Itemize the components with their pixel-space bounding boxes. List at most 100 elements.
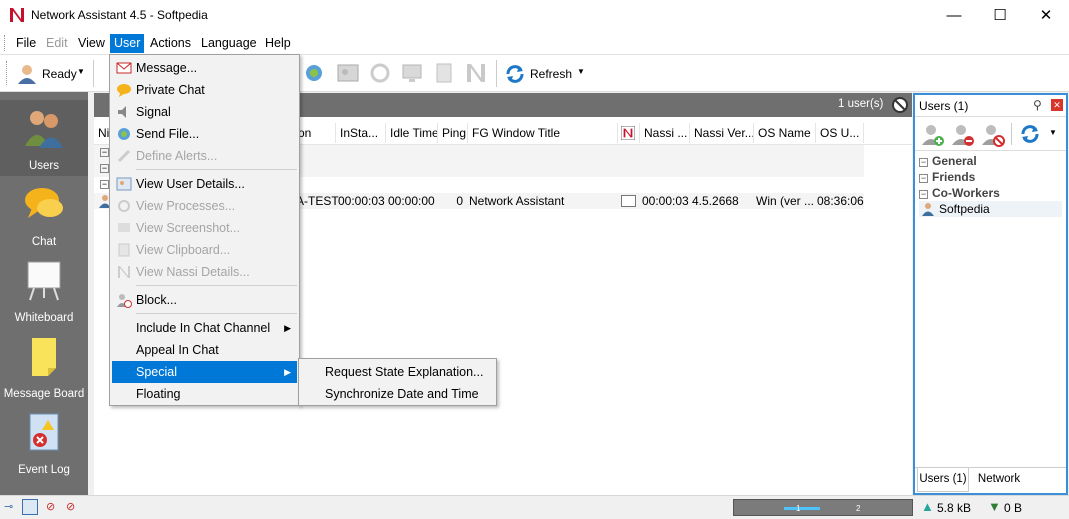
menu-user[interactable]: User [110,34,145,53]
menu-item-label: Appeal In Chat [136,343,219,357]
user-list-item[interactable]: Softpedia [919,201,1062,217]
connect-icon[interactable]: ⊸ [4,500,13,513]
col-header-os-name[interactable]: OS Name [754,123,816,143]
screenshot-icon [118,223,130,232]
cell-nassi-version: 4.5.2668 [692,194,739,208]
block-user-icon[interactable] [981,123,1005,147]
menu-item-define-alerts[interactable]: Define Alerts... [112,145,297,167]
menu-item-view-processes[interactable]: View Processes... [112,195,297,217]
shield-icon[interactable] [22,499,38,515]
menu-item-include-in-chat-channel[interactable]: Include In Chat Channel ▶ [112,317,297,339]
menu-edit[interactable]: Edit [42,34,72,53]
refresh-icon [506,65,524,83]
maximize-button[interactable]: ☐ [977,0,1023,31]
menu-item-send-file[interactable]: Send File... [112,123,297,145]
user-details-icon[interactable] [336,61,360,85]
menu-item-appeal-in-chat[interactable]: Appeal In Chat [112,339,297,361]
pin-icon[interactable]: ⚲ [1033,98,1042,112]
meter-bar [784,507,820,510]
menu-item-view-screenshot[interactable]: View Screenshot... [112,217,297,239]
mute-icon[interactable]: ⊘ [46,500,55,513]
screenshot-icon[interactable] [400,61,424,85]
chevron-down-icon[interactable]: ▼ [1049,128,1057,137]
status-bar: ⊸ ⊘ ⊘ 1 2 ▲ 5.8 kB ▼ 0 B [0,495,1069,519]
menu-help[interactable]: Help [261,34,295,53]
col-header-on[interactable]: on [294,123,336,143]
menu-item-label: Send File... [136,127,200,141]
collapse-icon[interactable]: − [919,174,928,183]
user-name: Softpedia [939,202,990,216]
nav-whiteboard-label: Whiteboard [14,312,74,324]
refresh-button[interactable]: Refresh ▼ [504,61,590,87]
menu-item-view-user-details[interactable]: View User Details... [112,173,297,195]
menu-item-floating[interactable]: Floating [112,383,297,405]
menu-item-synchronize-date-time[interactable]: Synchronize Date and Time [301,383,494,405]
status-dropdown[interactable]: Ready ▼ [14,61,90,87]
menu-language[interactable]: Language [197,34,261,53]
menu-actions[interactable]: Actions [146,34,195,53]
col-header-nassi-icon[interactable] [618,123,640,143]
collapse-icon[interactable]: − [100,148,109,157]
panel-header: Users (1) ⚲ ✕ [915,95,1066,117]
collapse-icon[interactable]: − [919,190,928,199]
network-icon[interactable] [302,61,326,85]
nav-message-board[interactable]: Message Board [0,328,88,404]
menu-item-signal[interactable]: Signal [112,101,297,123]
menu-item-special[interactable]: Special ▶ [112,361,297,383]
menu-item-message[interactable]: Message... [112,57,297,79]
user-icon [922,203,934,216]
menu-item-label: View Screenshot... [136,221,240,235]
col-header-nassi[interactable]: Nassi ... [640,123,690,143]
menu-file[interactable]: File [12,34,40,53]
close-button[interactable]: ✕ [1023,0,1069,31]
chat-icon [25,188,63,218]
network-meter: 1 2 [733,499,913,516]
alert-icon [117,149,131,163]
menu-item-private-chat[interactable]: Private Chat [112,79,297,101]
left-navigation: Users Chat Whiteboard Message Board Even… [0,92,88,495]
col-header-idle-time[interactable]: Idle Time [386,123,438,143]
col-header-fg-window[interactable]: FG Window Title [468,123,618,143]
menu-separator [136,313,297,314]
panel-close-icon[interactable]: ✕ [1051,99,1063,111]
block-toggle-icon[interactable] [891,96,909,114]
tab-network[interactable]: Network [971,468,1027,492]
group-general[interactable]: − General [919,153,977,169]
user-status-icon [18,65,36,84]
nav-chat[interactable]: Chat [0,176,88,252]
remove-user-icon[interactable] [951,123,975,147]
cell-name: A-TEST [296,194,339,208]
panel-toolbar: ▼ [915,117,1066,151]
processes-icon[interactable] [368,61,392,85]
add-user-icon[interactable] [921,123,945,147]
group-friends[interactable]: − Friends [919,169,975,185]
collapse-icon[interactable]: − [100,180,109,189]
special-submenu: Request State Explanation... Synchronize… [298,358,497,406]
clipboard-icon[interactable] [432,61,456,85]
cell-nassi: 00:00:03 [642,194,689,208]
collapse-icon[interactable]: − [100,164,109,173]
menu-item-request-state-explanation[interactable]: Request State Explanation... [301,361,494,383]
nav-whiteboard[interactable]: Whiteboard [0,252,88,328]
group-co-workers[interactable]: − Co-Workers [919,185,1000,201]
menu-grip[interactable] [4,35,7,51]
col-header-instate[interactable]: InSta... [336,123,386,143]
toolbar-grip[interactable] [6,61,9,85]
menu-view[interactable]: View [74,34,109,53]
refresh-icon[interactable] [1019,123,1041,145]
col-header-nassi-version[interactable]: Nassi Ver... [690,123,754,143]
nassi-icon[interactable] [464,61,488,85]
col-header-os-uptime[interactable]: OS U... [816,123,864,143]
minimize-button[interactable]: — [931,0,977,31]
collapse-icon[interactable]: − [919,158,928,167]
menu-item-block[interactable]: Block... [112,289,297,311]
block-icon[interactable]: ⊘ [66,500,75,513]
nav-users[interactable]: Users [0,100,88,176]
menu-item-view-clipboard[interactable]: View Clipboard... [112,239,297,261]
tab-users[interactable]: Users (1) [917,468,969,492]
nav-event-log[interactable]: Event Log [0,404,88,480]
menu-item-view-nassi-details[interactable]: View Nassi Details... [112,261,297,283]
col-header-ping[interactable]: Ping [438,123,468,143]
menu-item-label: View Processes... [136,199,236,213]
window-thumbnail-icon [621,195,636,207]
